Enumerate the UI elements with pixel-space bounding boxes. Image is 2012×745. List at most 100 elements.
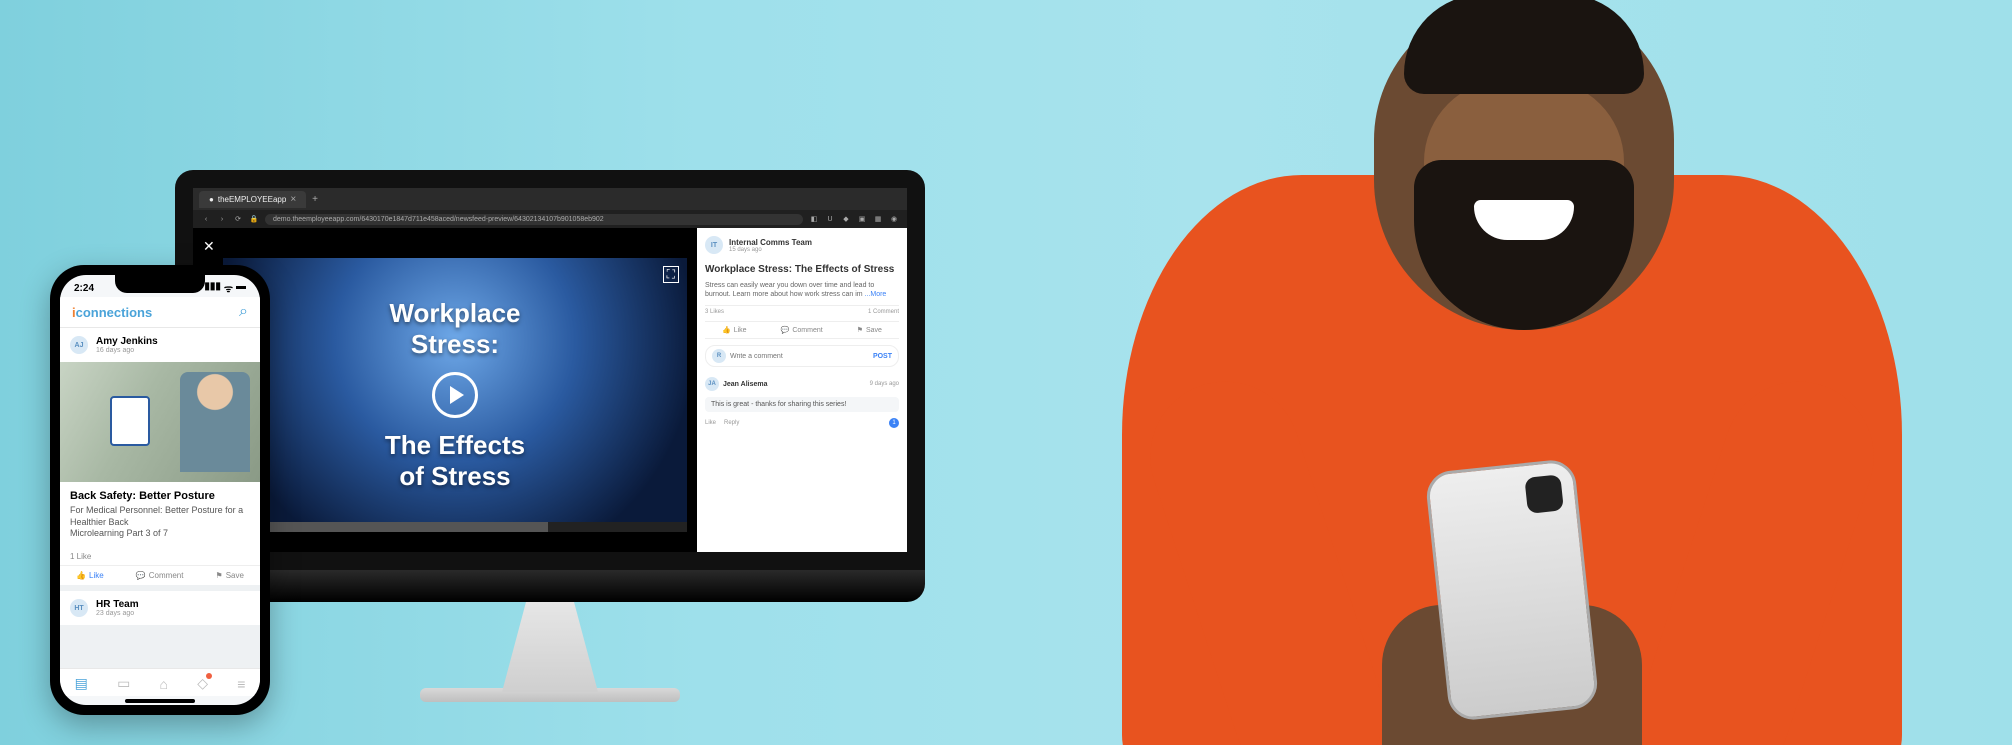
fullscreen-icon[interactable]: ⛶ bbox=[663, 266, 679, 283]
feed[interactable]: AJ Amy Jenkins 16 days ago Back Safety: … bbox=[60, 328, 260, 668]
url-field[interactable]: demo.theemployeeapp.com/6430170e1847d711… bbox=[265, 214, 803, 225]
person-head bbox=[1374, 0, 1674, 330]
comment-button[interactable]: 💬Comment bbox=[781, 326, 823, 334]
comment-footer: Like Reply 1 bbox=[705, 418, 899, 428]
save-button[interactable]: ⚑Save bbox=[857, 326, 882, 334]
video-title-line: Workplace bbox=[389, 298, 520, 329]
like-label: Like bbox=[89, 571, 104, 580]
browser-url-bar: ‹ › ⟳ 🔒 demo.theemployeeapp.com/6430170e… bbox=[193, 210, 907, 228]
post-description-text: Stress can easily wear you down over tim… bbox=[705, 282, 874, 298]
post-stats: 3 Likes 1 Comment bbox=[705, 305, 899, 315]
person-beard bbox=[1414, 160, 1634, 330]
card-subtitle: For Medical Personnel: Better Posture fo… bbox=[70, 505, 250, 528]
nav-more-icon[interactable]: ≡ bbox=[237, 676, 245, 692]
post-comment-button[interactable]: POST bbox=[873, 353, 892, 360]
person-arm-right bbox=[1621, 362, 1893, 745]
read-more-link[interactable]: ...More bbox=[865, 291, 887, 298]
card-header: HT HR Team 23 days ago bbox=[60, 591, 260, 625]
wifi-icon: ᯤ bbox=[224, 281, 233, 295]
like-button[interactable]: 👍Like bbox=[722, 326, 747, 334]
card-title: Back Safety: Better Posture bbox=[70, 490, 250, 502]
post-title: Workplace Stress: The Effects of Stress bbox=[705, 264, 899, 275]
nav-directory-icon[interactable]: ⌂ bbox=[160, 676, 168, 692]
nav-explore-icon[interactable]: ▭ bbox=[117, 675, 130, 692]
new-tab-icon[interactable]: + bbox=[312, 194, 318, 205]
comment-like-button[interactable]: Like bbox=[705, 420, 716, 426]
close-modal-icon[interactable]: ✕ bbox=[203, 238, 215, 255]
held-phone bbox=[1424, 458, 1599, 722]
post-author-row: IT Internal Comms Team 15 days ago bbox=[705, 236, 899, 254]
reload-icon[interactable]: ⟳ bbox=[233, 215, 243, 223]
post-time: 15 days ago bbox=[729, 247, 812, 253]
extension-icon[interactable]: ▦ bbox=[873, 215, 883, 223]
thumbnail-sign-graphic bbox=[110, 396, 150, 446]
post-description: Stress can easily wear you down over tim… bbox=[705, 281, 899, 299]
card-header: AJ Amy Jenkins 16 days ago bbox=[60, 328, 260, 362]
like-icon: 👍 bbox=[76, 571, 86, 580]
save-button[interactable]: ⚑Save bbox=[216, 571, 244, 580]
desktop-mockup: ● theEMPLOYEEapp × + ‹ › ⟳ 🔒 demo.theemp… bbox=[175, 170, 925, 702]
video-progress-bar[interactable] bbox=[223, 522, 687, 532]
status-time: 2:24 bbox=[74, 283, 94, 294]
comment-header: JA Jean Alisema 9 days ago bbox=[705, 377, 899, 391]
browser-profile-icon[interactable]: ◉ bbox=[889, 215, 899, 223]
search-icon[interactable]: ⌕ bbox=[239, 303, 248, 321]
phone-screen: 2:24 ▮▮▮ ᯤ ▬ iconnections ⌕ AJ Amy Jenki… bbox=[60, 275, 260, 705]
desktop-screen: ● theEMPLOYEEapp × + ‹ › ⟳ 🔒 demo.theemp… bbox=[175, 170, 925, 570]
save-label: Save bbox=[226, 571, 244, 580]
browser-tab[interactable]: ● theEMPLOYEEapp × bbox=[199, 191, 306, 208]
nav-forward-icon[interactable]: › bbox=[217, 216, 227, 223]
comment-reaction-count: 1 bbox=[889, 418, 899, 428]
comment-composer: R POST bbox=[705, 345, 899, 367]
app-header: iconnections ⌕ bbox=[60, 297, 260, 328]
card-thumbnail[interactable] bbox=[60, 362, 260, 482]
phone-mockup: 2:24 ▮▮▮ ᯤ ▬ iconnections ⌕ AJ Amy Jenki… bbox=[50, 265, 270, 715]
extension-icon[interactable]: ◆ bbox=[841, 215, 851, 223]
page-body: ✕ ⛶ Workplace Stress: The Effects of Str… bbox=[193, 228, 907, 552]
bottom-nav: ▤ ▭ ⌂ ◇ ≡ bbox=[60, 668, 260, 696]
nav-notifications-icon[interactable]: ◇ bbox=[197, 675, 208, 692]
thumbnail-person-graphic bbox=[180, 372, 250, 472]
person-smile bbox=[1474, 200, 1574, 240]
browser-tab-bar: ● theEMPLOYEEapp × + bbox=[193, 188, 907, 210]
signal-icon: ▮▮▮ bbox=[204, 281, 221, 295]
commenter-avatar: JA bbox=[705, 377, 719, 391]
close-tab-icon[interactable]: × bbox=[290, 194, 296, 205]
like-icon: 👍 bbox=[722, 326, 731, 334]
hero-person-photo bbox=[1012, 0, 2012, 745]
extension-icon[interactable]: ◧ bbox=[809, 215, 819, 223]
save-label: Save bbox=[866, 327, 882, 334]
home-indicator[interactable] bbox=[125, 699, 195, 703]
author-name: HR Team bbox=[96, 599, 139, 610]
comment-reply-button[interactable]: Reply bbox=[724, 420, 739, 426]
bookmark-icon: ⚑ bbox=[857, 326, 863, 334]
self-avatar: R bbox=[712, 349, 726, 363]
play-icon[interactable] bbox=[432, 372, 478, 418]
nav-feed-icon[interactable]: ▤ bbox=[75, 675, 88, 692]
extension-icon[interactable]: U bbox=[825, 216, 835, 223]
notification-dot bbox=[206, 673, 212, 679]
post-side-panel: IT Internal Comms Team 15 days ago Workp… bbox=[697, 228, 907, 552]
video-title-line: Stress: bbox=[411, 329, 499, 360]
nav-back-icon[interactable]: ‹ bbox=[201, 216, 211, 223]
comment-button[interactable]: 💬Comment bbox=[136, 571, 184, 580]
person-hair bbox=[1404, 0, 1644, 94]
comment-icon: 💬 bbox=[136, 571, 146, 580]
extension-icon[interactable]: ▣ bbox=[857, 215, 867, 223]
app-name: connections bbox=[76, 305, 153, 320]
comment-label: Comment bbox=[792, 327, 822, 334]
comment-input[interactable] bbox=[730, 353, 869, 360]
author-avatar: HT bbox=[70, 599, 88, 617]
person-arm-left bbox=[1131, 362, 1403, 745]
author-name: Internal Comms Team bbox=[729, 238, 812, 247]
site-favicon-icon: ● bbox=[209, 195, 214, 204]
video-player[interactable]: ⛶ Workplace Stress: The Effects of Stres… bbox=[223, 258, 687, 532]
video-title-line: The Effects bbox=[385, 430, 525, 461]
phone-notch bbox=[115, 275, 205, 293]
like-button[interactable]: 👍Like bbox=[76, 571, 104, 580]
feed-card: AJ Amy Jenkins 16 days ago Back Safety: … bbox=[60, 328, 260, 591]
bookmark-icon: ⚑ bbox=[216, 571, 223, 580]
video-title-line: of Stress bbox=[399, 461, 510, 492]
author-avatar: IT bbox=[705, 236, 723, 254]
comment-label: Comment bbox=[149, 571, 184, 580]
